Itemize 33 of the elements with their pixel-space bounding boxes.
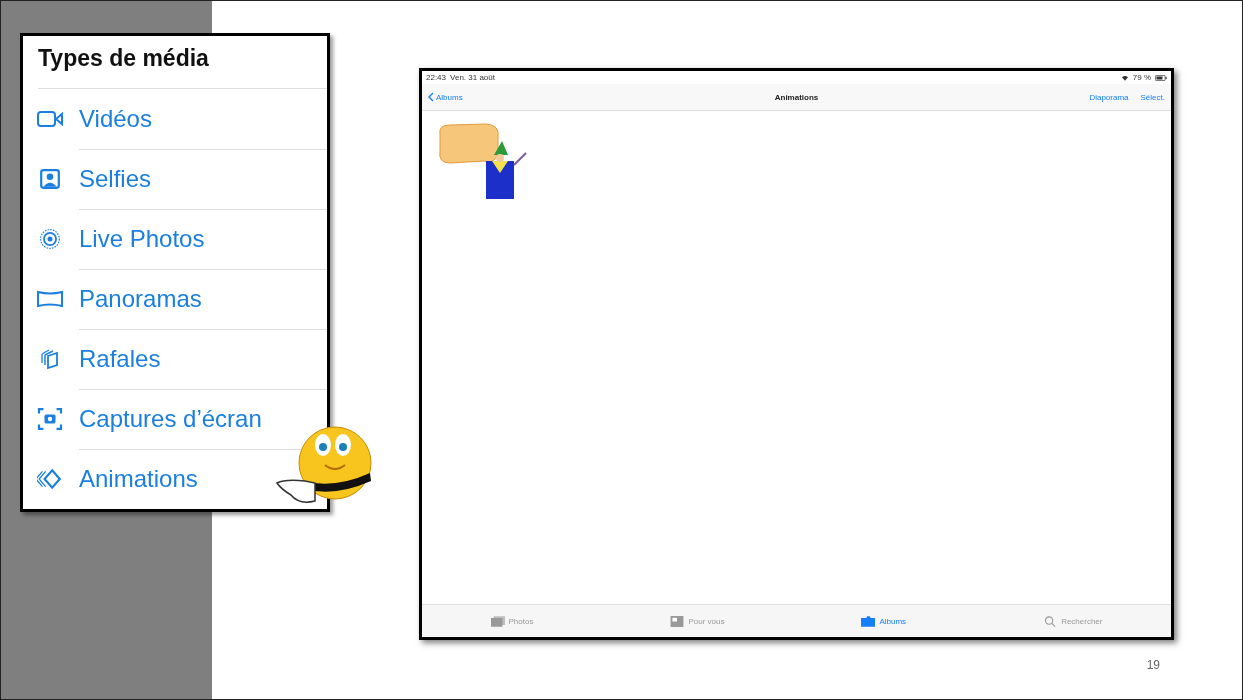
tab-bar-item[interactable]: Rechercher [1039, 613, 1107, 629]
media-type-link[interactable]: Animations [79, 465, 198, 493]
media-type-link[interactable]: Vidéos [79, 105, 152, 133]
media-type-link[interactable]: Captures d’écran [79, 405, 262, 433]
media-type-link[interactable]: Live Photos [79, 225, 205, 253]
status-time: 22:43 [426, 73, 447, 82]
back-link[interactable]: Albums [428, 92, 463, 102]
concentric-circles-icon [37, 228, 63, 250]
picture-icon [670, 615, 685, 627]
media-type-link[interactable]: Panoramas [79, 285, 202, 313]
nav-action-link[interactable]: Diaporama [1089, 92, 1129, 102]
nav-action-link[interactable]: Sélect. [1140, 92, 1165, 102]
status-date: Ven. 31 août [450, 73, 495, 82]
media-type-link[interactable]: Rafales [79, 345, 161, 373]
panel-title: Types de média [38, 36, 327, 89]
chevron-left-icon [428, 92, 434, 102]
media-type-link[interactable]: Selfies [79, 165, 152, 193]
layered-diamond-icon [37, 468, 63, 490]
folder-icon [861, 615, 876, 627]
nav-title: Animations [774, 92, 819, 102]
portrait-icon [37, 168, 63, 190]
wifi-icon [1120, 74, 1129, 81]
panorama-icon [37, 288, 63, 310]
search-icon [1043, 615, 1058, 627]
battery-icon [1155, 74, 1167, 81]
tab-bar-item[interactable]: Photos [486, 613, 538, 629]
slide-number: 19 [1146, 658, 1160, 672]
tab-bar-item[interactable]: Pour vous [666, 613, 729, 629]
video-camera-icon [37, 108, 63, 130]
battery-percent: 79 % [1132, 73, 1151, 82]
photos-stack-icon [490, 615, 505, 627]
screenshot-camera-icon [37, 408, 63, 430]
tab-bar-item[interactable]: Albums [857, 613, 911, 629]
